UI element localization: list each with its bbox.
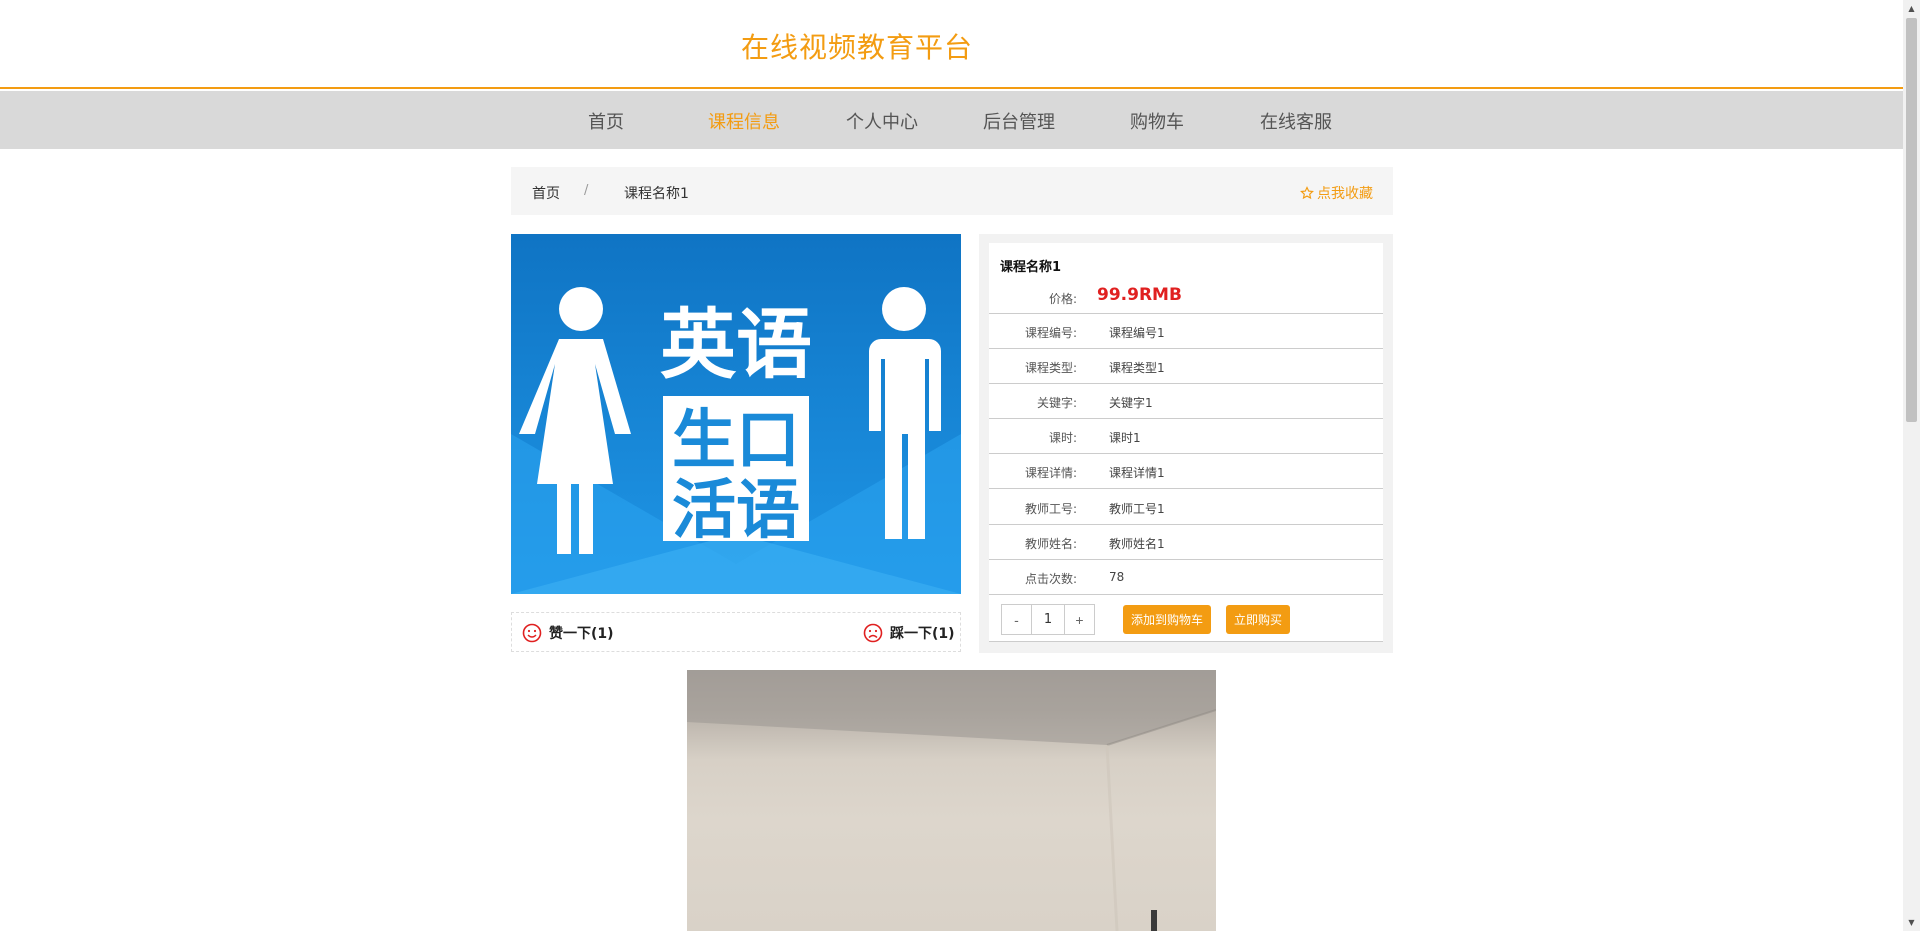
video-frame [687,670,1216,931]
dislike-label: 踩一下(1) [890,626,955,642]
cover-text-line1: 英语 [660,300,812,389]
field-label: 课程类型: [1024,361,1077,375]
field-value: 关键字1 [1109,396,1153,410]
price-value: 99.9RMB [1097,285,1182,305]
nav-item-admin[interactable]: 后台管理 [983,108,1055,134]
add-to-cart-button[interactable]: 添加到购物车 [1123,605,1212,634]
field-value: 课程详情1 [1109,466,1165,480]
decrease-quantity-button[interactable]: - [1002,605,1031,634]
field-value: 课程编号1 [1109,326,1165,340]
field-row-course-type: 课程类型: 课程类型1 [989,349,1383,384]
buy-now-button[interactable]: 立即购买 [1226,605,1291,634]
field-value: 课程类型1 [1109,361,1165,375]
frown-icon [863,623,883,643]
cover-text-line2: 生口 [672,404,800,478]
scrollbar-thumb[interactable] [1906,18,1917,422]
like-label: 赞一下(1) [549,626,614,642]
field-label: 教师工号: [1024,502,1077,516]
quantity-input[interactable] [1031,605,1065,634]
field-row-hours: 课时: 课时1 [989,419,1383,454]
field-value: 课时1 [1109,431,1141,445]
quantity-stepper: - + [1001,604,1095,635]
breadcrumb-home[interactable]: 首页 [532,183,560,203]
field-label: 课程详情: [1024,466,1077,480]
scroll-down-icon[interactable]: ▼ [1903,914,1920,931]
smile-icon [522,623,542,643]
field-label: 点击次数: [1024,572,1077,586]
purchase-row: - + 添加到购物车 立即购买 [989,596,1383,642]
breadcrumb-separator: / [584,183,589,198]
site-title: 在线视频教育平台 [741,31,974,64]
favorite-label: 点我收藏 [1317,186,1373,202]
vote-bar: 赞一下(1) 踩一下(1) [511,612,961,652]
dislike-button[interactable]: 踩一下(1) [863,623,955,643]
course-info-card: 课程名称1 价格: 99.9RMB 课程编号: 课程编号1 课程类型: 课程类型… [989,243,1383,642]
field-label: 课程编号: [1024,326,1077,340]
field-value: 教师姓名1 [1109,537,1165,551]
star-outline-icon [1300,186,1314,200]
increase-quantity-button[interactable]: + [1065,605,1094,634]
breadcrumb-current: 课程名称1 [624,186,689,202]
main-nav: 首页 课程信息 个人中心 后台管理 购物车 在线客服 [0,91,1903,149]
cover-text-line3: 活语 [672,474,800,548]
breadcrumb: 首页 / 课程名称1 点我收藏 [511,167,1393,215]
field-label: 教师姓名: [1024,537,1077,551]
field-label: 关键字: [1036,396,1077,410]
nav-item-course-info[interactable]: 课程信息 [708,108,780,134]
field-row-keyword: 关键字: 关键字1 [989,384,1383,419]
site-header: 在线视频教育平台 [0,0,1920,89]
nav-item-customer-service[interactable]: 在线客服 [1260,108,1332,134]
field-row-course-id: 课程编号: 课程编号1 [989,314,1383,349]
vertical-scrollbar[interactable]: ▲ ▼ [1903,0,1920,931]
course-video[interactable] [687,670,1216,931]
field-label: 课时: [1048,431,1077,445]
field-row-click-count: 点击次数: 78 [989,560,1383,595]
field-value: 78 [1109,570,1125,584]
course-info-panel: 课程名称1 价格: 99.9RMB 课程编号: 课程编号1 课程类型: 课程类型… [979,234,1393,653]
field-row-teacher-name: 教师姓名: 教师姓名1 [989,525,1383,560]
nav-item-personal-center[interactable]: 个人中心 [846,108,918,134]
course-cover-graphic: 英语 生口 活语 [511,234,961,594]
course-cover-image: 英语 生口 活语 [511,234,961,594]
field-row-details: 课程详情: 课程详情1 [989,454,1383,489]
favorite-button[interactable]: 点我收藏 [1300,183,1373,203]
like-button[interactable]: 赞一下(1) [522,623,614,643]
nav-item-cart[interactable]: 购物车 [1130,108,1184,134]
course-name: 课程名称1 [1000,260,1062,275]
nav-item-home[interactable]: 首页 [588,108,624,134]
scroll-up-icon[interactable]: ▲ [1903,0,1920,17]
price-label: 价格: [1048,292,1077,306]
field-value: 教师工号1 [1109,502,1165,516]
field-row-teacher-id: 教师工号: 教师工号1 [989,490,1383,525]
price-row: 价格: 99.9RMB [989,281,1383,314]
